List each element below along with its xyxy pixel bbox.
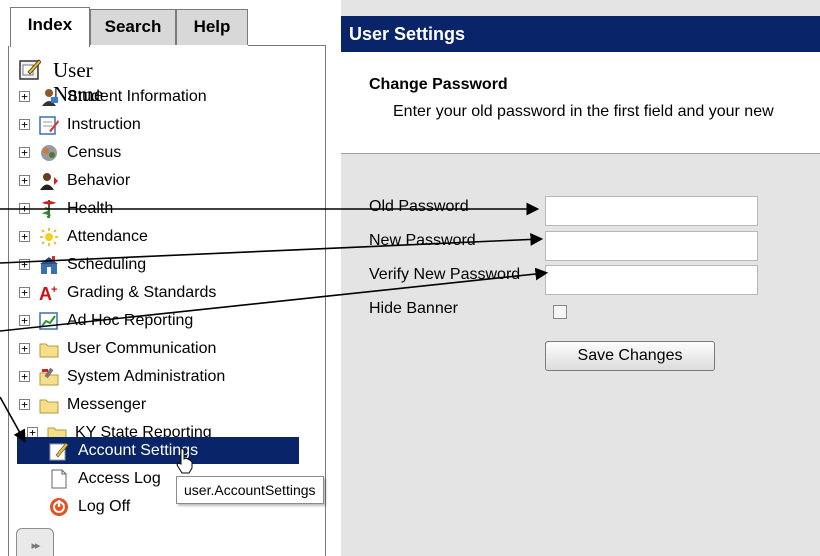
expand-icon[interactable]: + [19,119,30,130]
account-settings-icon [49,442,69,461]
mouse-cursor-icon [176,448,193,474]
tree-item-student-information[interactable]: + Student Information [9,84,309,110]
expand-icon[interactable]: + [19,315,30,326]
instructions-box: Change Password Enter your old password … [341,52,820,154]
change-password-description: Enter your old password in the first fie… [393,103,774,120]
tab-help[interactable]: Help [176,9,248,45]
svg-text:+: + [51,284,57,296]
census-icon [41,145,57,161]
scheduling-icon [40,256,58,274]
tree-item-label: Messenger [67,396,147,413]
tree-item-ad-hoc-reporting[interactable]: + Ad Hoc Reporting [9,308,309,334]
tooltip: user.AccountSettings [176,476,324,504]
verify-password-label: Verify New Password [369,266,521,283]
tree-item-user-communication[interactable]: + User Communication [9,336,309,362]
student-icon [42,89,58,106]
grading-icon: A + [39,284,57,303]
hide-banner-label: Hide Banner [369,300,458,317]
expand-icon[interactable]: + [19,343,30,354]
tree-item-grading-standards[interactable]: + A + Grading & Standards [9,280,309,306]
tree-item-label: Instruction [67,116,141,133]
expand-icon[interactable]: + [19,175,30,186]
reporting-icon [39,312,58,330]
navigation-panel: Index Search Help User Name + Student In… [8,6,326,556]
new-password-label: New Password [369,232,476,249]
tree-item-census[interactable]: + Census [9,140,309,166]
folder-icon [39,399,59,414]
tree-item-label: Census [67,144,122,161]
expand-icon[interactable]: + [19,399,30,410]
admin-icon [39,367,59,386]
settings-panel: User Settings Change Password Enter your… [341,0,820,556]
tree-item-account-settings[interactable]: Account Settings [17,437,299,464]
instruction-icon [39,116,59,135]
tree-item-health[interactable]: + Health [9,196,309,222]
change-password-title: Change Password [369,76,508,93]
verify-password-field[interactable] [545,265,758,295]
tree-item-system-administration[interactable]: + System Administration [9,364,309,390]
tree-item-label: Attendance [67,228,148,245]
save-changes-button[interactable]: Save Changes [545,341,715,371]
tree-item-instruction[interactable]: + Instruction [9,112,309,138]
expand-icon[interactable]: + [19,287,30,298]
tree-item-label: Behavior [67,172,131,189]
health-icon [41,200,56,218]
hide-banner-checkbox[interactable] [553,305,567,319]
tab-bar: Index Search Help [8,6,326,47]
tree-item-label: User Communication [67,340,217,357]
old-password-field[interactable] [545,196,758,226]
user-notepad-icon [19,59,41,80]
collapse-panel-button[interactable]: ▸▸ [16,528,54,556]
attendance-icon [40,228,58,246]
tab-search[interactable]: Search [90,9,176,45]
tree-item-label: Scheduling [67,256,147,273]
expand-icon[interactable]: + [19,203,30,214]
tree-item-scheduling[interactable]: + Scheduling [9,252,309,278]
new-password-field[interactable] [545,231,758,261]
tree-item-label: System Administration [67,368,226,385]
behavior-icon [40,173,58,190]
tree-item-label: Ad Hoc Reporting [67,312,194,329]
log-off-icon [50,498,68,516]
expand-icon[interactable]: + [19,147,30,158]
tree-item-behavior[interactable]: + Behavior [9,168,309,194]
expand-icon[interactable]: + [19,259,30,270]
tab-index[interactable]: Index [10,7,90,47]
tree-item-messenger[interactable]: + Messenger [9,392,309,418]
expand-icon[interactable]: + [19,371,30,382]
document-icon [51,469,67,489]
tree-item-label: Student Information [67,88,207,105]
tree-item-label: Access Log [78,470,161,487]
tree-item-label: Grading & Standards [67,284,217,301]
settings-header: User Settings [341,16,820,52]
tree-item-label: Health [67,200,114,217]
expand-icon[interactable]: + [19,91,30,102]
page-title: User Settings [349,24,466,44]
tree-item-label: Log Off [78,498,131,515]
old-password-label: Old Password [369,198,469,215]
expand-icon[interactable]: + [19,231,30,242]
tree-item-attendance[interactable]: + Attendance [9,224,309,250]
folder-icon [39,343,59,358]
